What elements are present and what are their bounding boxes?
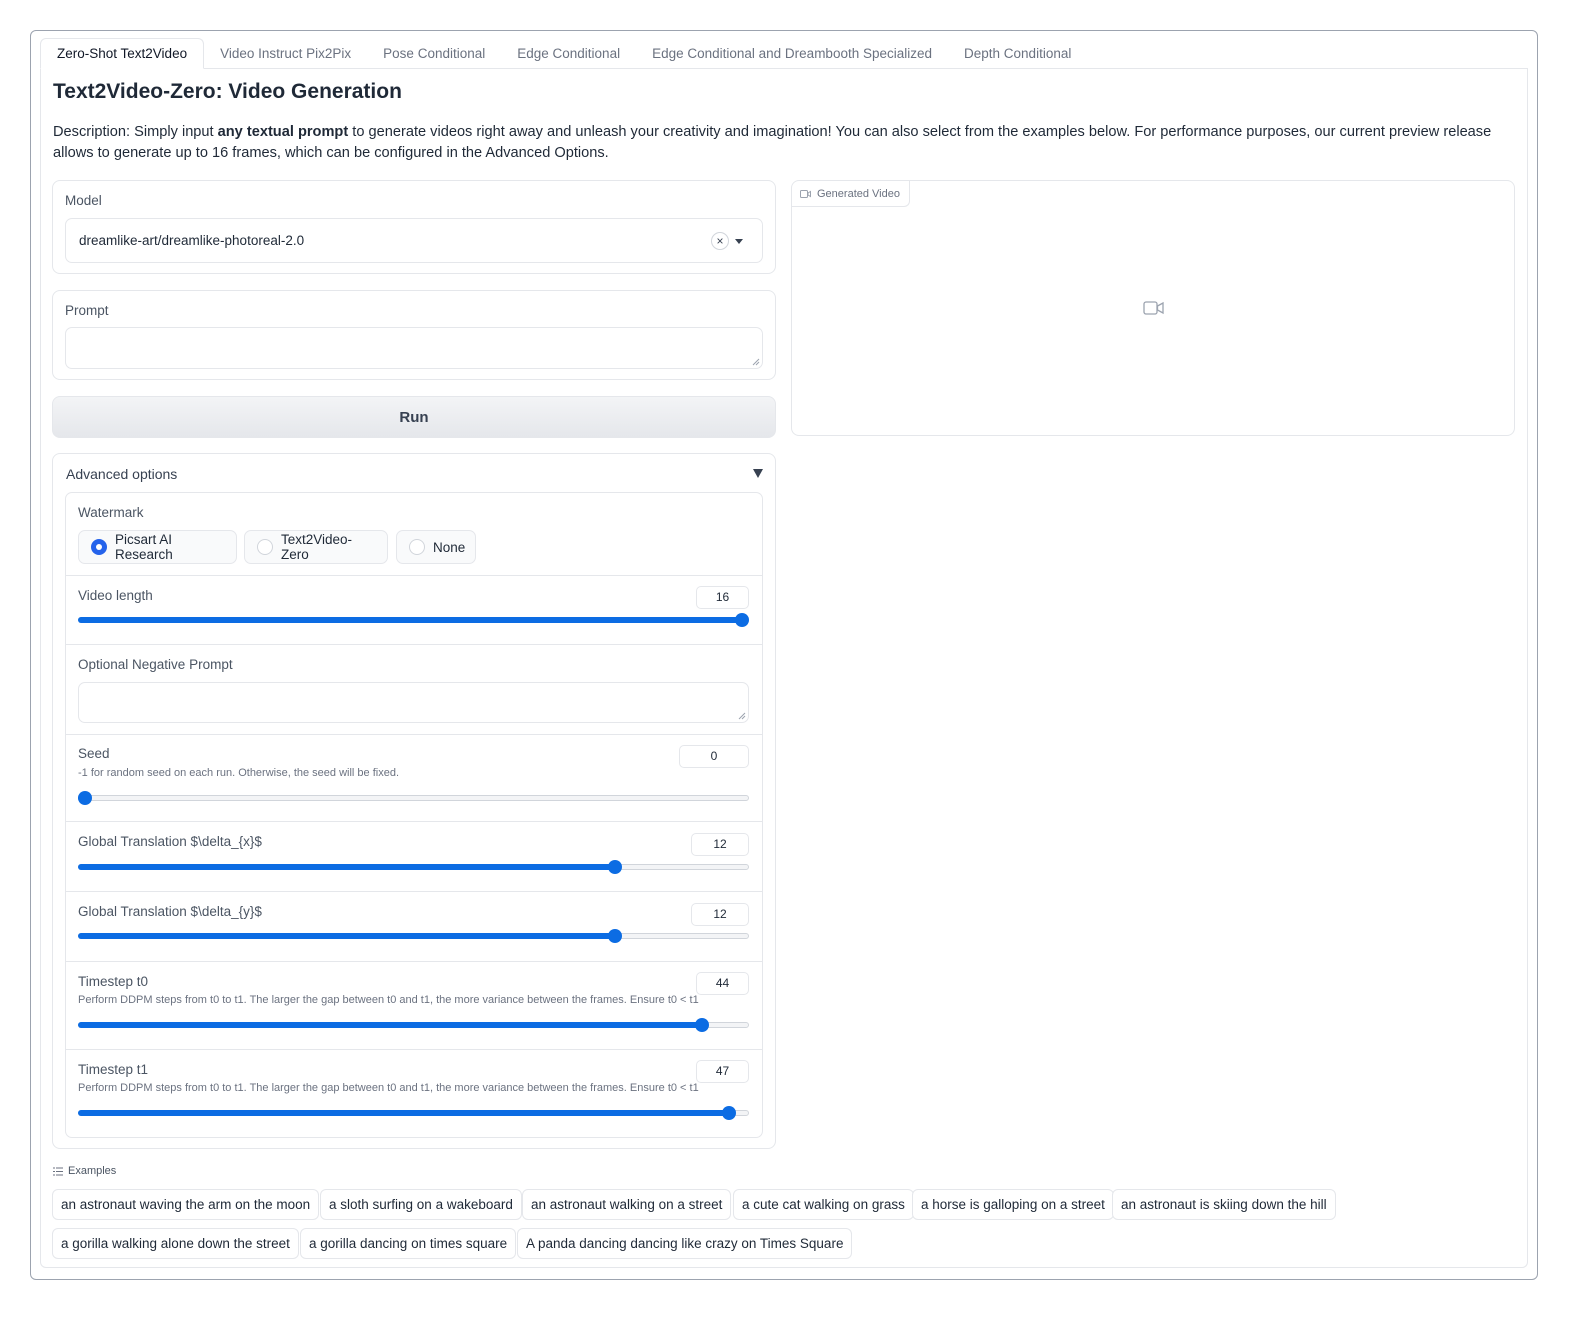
negative-prompt-label: Optional Negative Prompt: [78, 657, 233, 672]
example-chip[interactable]: a cute cat walking on grass: [733, 1189, 914, 1220]
example-chip[interactable]: an astronaut walking on a street: [522, 1189, 732, 1220]
delta-y-label: Global Translation $\delta_{y}$: [78, 904, 262, 919]
tab-depth-conditional[interactable]: Depth Conditional: [948, 38, 1087, 69]
page-description: Description: Simply input any textual pr…: [53, 122, 1523, 164]
run-button[interactable]: Run: [52, 396, 776, 438]
advanced-options-panel: [65, 492, 763, 1138]
examples-header: Examples: [53, 1165, 116, 1177]
seed-number-input[interactable]: 0: [679, 745, 749, 768]
tab-edge-conditional-dreambooth[interactable]: Edge Conditional and Dreambooth Speciali…: [636, 38, 948, 69]
slider-thumb[interactable]: [78, 791, 92, 805]
watermark-label: Watermark: [78, 505, 144, 520]
radio-selected-icon[interactable]: [91, 539, 107, 555]
slider-fill: [78, 864, 615, 870]
delta-y-slider[interactable]: [78, 928, 749, 944]
example-chip[interactable]: a gorilla dancing on times square: [300, 1228, 517, 1259]
generated-video-panel: Generated Video: [791, 180, 1515, 436]
watermark-option-label: Picsart AI Research: [115, 532, 173, 562]
generated-video-label: Generated Video: [817, 187, 900, 200]
example-chip[interactable]: A panda dancing dancing like crazy on Ti…: [517, 1228, 853, 1259]
timestep-t1-label: Timestep t1: [78, 1062, 149, 1077]
timestep-t0-number-input[interactable]: 44: [696, 972, 749, 995]
example-chip[interactable]: a gorilla walking alone down the street: [52, 1228, 299, 1259]
slider-thumb[interactable]: [607, 860, 622, 874]
divider: [66, 891, 762, 892]
seed-info: -1 for random seed on each run. Otherwis…: [78, 767, 400, 779]
description-text-start: Description: Simply input: [53, 124, 218, 140]
delta-x-slider[interactable]: [78, 859, 749, 875]
timestep-t1-number-input[interactable]: 47: [696, 1060, 749, 1083]
watermark-option-text2video-zero[interactable]: Text2Video-Zero: [244, 530, 388, 564]
example-chip[interactable]: an astronaut waving the arm on the moon: [52, 1189, 320, 1220]
chevron-down-icon[interactable]: [735, 239, 743, 244]
example-chip[interactable]: an astronaut is skiing down the hill: [1112, 1189, 1336, 1220]
prompt-label: Prompt: [65, 303, 109, 318]
video-length-number-input[interactable]: 16: [696, 586, 749, 609]
slider-fill: [78, 617, 742, 623]
slider-thumb[interactable]: [735, 613, 749, 627]
model-value: dreamlike-art/dreamlike-photoreal-2.0: [79, 233, 305, 248]
example-chip[interactable]: a horse is galloping on a street: [912, 1189, 1114, 1220]
list-icon: [53, 1167, 63, 1175]
divider: [66, 575, 762, 576]
radio-unselected-icon[interactable]: [409, 539, 425, 555]
timestep-t1-slider[interactable]: [78, 1105, 749, 1121]
video-camera-icon: [800, 189, 811, 198]
slider-thumb[interactable]: [695, 1018, 710, 1032]
seed-slider[interactable]: [78, 790, 749, 806]
divider: [66, 644, 762, 645]
radio-unselected-icon[interactable]: [257, 539, 273, 555]
slider-thumb[interactable]: [607, 929, 622, 943]
generated-video-label-tag: Generated Video: [792, 181, 910, 207]
prompt-input[interactable]: [65, 327, 763, 369]
video-length-label: Video length: [78, 588, 153, 603]
timestep-t1-info: Perform DDPM steps from t0 to t1. The la…: [78, 1082, 699, 1094]
divider: [66, 961, 762, 962]
timestep-t0-label: Timestep t0: [78, 974, 149, 989]
resize-handle-icon[interactable]: [752, 358, 760, 366]
description-bold-text: any textual prompt: [217, 124, 349, 140]
negative-prompt-input[interactable]: [78, 682, 749, 723]
resize-handle-icon[interactable]: [738, 712, 746, 720]
slider-fill: [78, 1022, 703, 1028]
slider-thumb[interactable]: [721, 1106, 736, 1120]
divider: [66, 821, 762, 822]
tab-edge-conditional[interactable]: Edge Conditional: [501, 38, 636, 69]
delta-y-number-input[interactable]: 12: [691, 903, 749, 926]
timestep-t0-info: Perform DDPM steps from t0 to t1. The la…: [78, 994, 699, 1006]
seed-label: Seed: [78, 746, 110, 761]
tab-pose-conditional[interactable]: Pose Conditional: [367, 38, 501, 69]
tab-bar: Zero-Shot Text2Video Video Instruct Pix2…: [40, 38, 1087, 69]
clear-icon[interactable]: ×: [711, 232, 729, 250]
page-title: Text2Video-Zero: Video Generation: [53, 80, 402, 103]
example-chip[interactable]: a sloth surfing on a wakeboard: [320, 1189, 522, 1220]
slider-fill: [78, 933, 615, 939]
model-label: Model: [65, 193, 102, 208]
watermark-option-picsart[interactable]: Picsart AI Research: [78, 530, 237, 564]
examples-label: Examples: [68, 1165, 117, 1177]
tab-zero-shot-text2video[interactable]: Zero-Shot Text2Video: [40, 38, 205, 69]
video-placeholder-icon: [1143, 301, 1164, 315]
triangle-down-icon[interactable]: [753, 469, 763, 478]
model-dropdown[interactable]: dreamlike-art/dreamlike-photoreal-2.0 ×: [65, 218, 763, 263]
watermark-option-label: Text2Video-Zero: [281, 532, 353, 562]
tab-video-instruct-pix2pix[interactable]: Video Instruct Pix2Pix: [204, 38, 367, 69]
slider-fill: [78, 1110, 729, 1116]
divider: [66, 1049, 762, 1050]
advanced-options-toggle[interactable]: Advanced options: [66, 466, 177, 482]
timestep-t0-slider[interactable]: [78, 1017, 749, 1033]
watermark-option-label: None: [433, 539, 466, 555]
video-length-slider[interactable]: [78, 612, 749, 628]
delta-x-label: Global Translation $\delta_{x}$: [78, 834, 262, 849]
watermark-option-none[interactable]: None: [396, 530, 476, 564]
slider-track: [78, 795, 749, 801]
delta-x-number-input[interactable]: 12: [691, 833, 749, 856]
divider: [66, 734, 762, 735]
